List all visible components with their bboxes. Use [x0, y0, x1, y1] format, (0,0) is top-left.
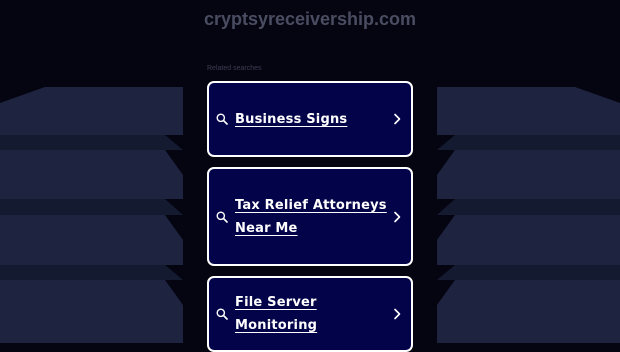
chevron-right-icon: [394, 113, 401, 125]
domain-title: cryptsyreceivership.com: [203, 9, 417, 29]
search-icon: [216, 211, 228, 223]
related-search-tax-relief-attorneys[interactable]: Tax Relief Attorneys Near Me: [207, 167, 413, 266]
related-searches-label: Related searches: [207, 65, 262, 72]
related-search-business-signs[interactable]: Business Signs: [207, 81, 413, 157]
related-search-label[interactable]: File Server Monitoring: [235, 291, 393, 337]
chevron-right-icon: [394, 308, 401, 320]
related-search-label[interactable]: Business Signs: [235, 108, 393, 131]
search-icon: [216, 113, 228, 125]
related-search-label[interactable]: Tax Relief Attorneys Near Me: [235, 194, 393, 240]
search-icon: [216, 308, 228, 320]
chevron-right-icon: [394, 211, 401, 222]
related-search-file-server-monitoring[interactable]: File Server Monitoring: [207, 276, 413, 352]
